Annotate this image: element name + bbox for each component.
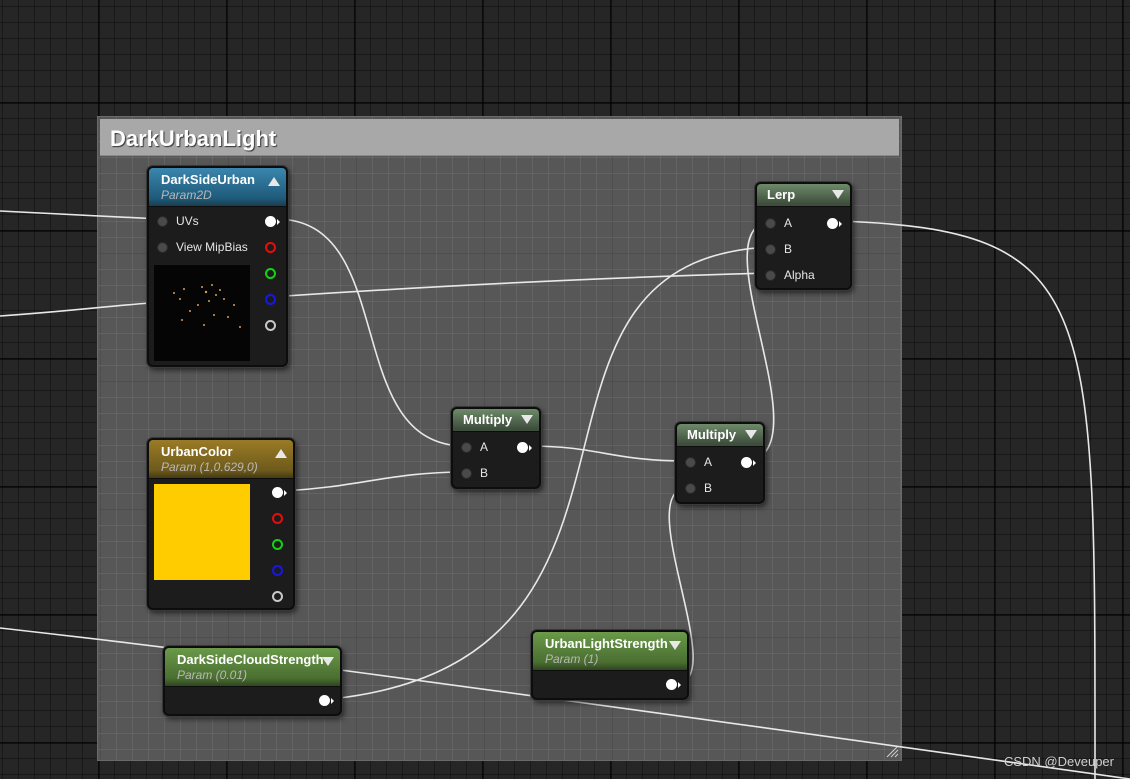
pin-g-output[interactable] [265,268,276,279]
node-title: DarkSideUrban [161,172,255,187]
pin-b-input[interactable] [685,483,696,494]
color-swatch [154,484,250,580]
pin-r-output[interactable] [272,513,283,524]
node-lerp[interactable]: Lerp A B Alpha [755,182,852,290]
pin-b-input[interactable] [765,244,776,255]
node-multiply-2[interactable]: Multiply A B [675,422,765,504]
pin-label-mipbias: View MipBias [176,240,248,254]
pin-b-output[interactable] [265,294,276,305]
pin-a-input[interactable] [461,442,472,453]
pin-b-input[interactable] [461,468,472,479]
pin-output[interactable] [741,457,752,468]
pin-rgb-output[interactable] [272,487,283,498]
pin-rgb-output[interactable] [265,216,276,227]
pin-b-output[interactable] [272,565,283,576]
wire-offscreen-to-uvs [0,210,161,220]
node-title: Multiply [687,427,737,442]
pin-a-output[interactable] [272,591,283,602]
collapse-arrow-icon[interactable] [745,430,757,439]
pin-output[interactable] [827,218,838,229]
wire-urbancolor-to-multiply1-b [282,471,466,492]
pin-label-a: A [480,440,489,454]
pin-arrow-icon [284,490,287,496]
watermark: CSDN @Deveuper [1003,754,1114,769]
wire-lerp-output [837,220,1096,779]
pin-label-b: B [480,466,489,480]
node-title: UrbanColor [161,444,233,459]
pin-label-b: B [704,481,713,495]
pin-label-uvs: UVs [176,214,199,228]
node-subtitle: Param (0.01) [177,668,248,682]
pin-arrow-icon [839,221,842,227]
node-header[interactable]: UrbanLightStrength Param (1) [533,632,687,671]
node-subtitle: Param2D [161,188,212,202]
pin-arrow-icon [277,219,280,225]
pin-view-mipbias[interactable] [157,242,168,253]
node-header[interactable]: DarkSideUrban Param2D [149,168,286,207]
node-title: Lerp [767,187,796,202]
collapse-arrow-icon[interactable] [669,641,681,650]
node-header[interactable]: Multiply [677,424,763,447]
pin-alpha-input[interactable] [765,270,776,281]
node-title: Multiply [463,412,513,427]
node-dark-side-urban[interactable]: DarkSideUrban Param2D UVs View MipBias [147,166,288,367]
pin-r-output[interactable] [265,242,276,253]
pin-output[interactable] [319,695,330,706]
pin-arrow-icon [529,445,532,451]
city-lights-preview [173,284,241,328]
node-header[interactable]: Lerp [757,184,850,207]
pin-label-a: A [704,455,713,469]
pin-g-output[interactable] [272,539,283,550]
wire-multiply1-to-multiply2-a [527,445,689,462]
pin-a-input[interactable] [765,218,776,229]
collapse-arrow-icon[interactable] [268,177,280,186]
node-subtitle: Param (1) [545,652,599,666]
node-header[interactable]: Multiply [453,409,539,432]
node-subtitle: Param (1,0.629,0) [161,460,258,474]
collapse-arrow-icon[interactable] [832,190,844,199]
node-dark-side-cloud-strength[interactable]: DarkSideCloudStrength Param (0.01) [163,646,342,716]
pin-label-alpha: Alpha [784,268,815,282]
collapse-arrow-icon[interactable] [322,657,334,666]
wire-texture-rgb-to-lerp-alpha [269,272,771,298]
texture-preview [154,265,250,361]
pin-label-b: B [784,242,793,256]
node-multiply-1[interactable]: Multiply A B [451,407,541,489]
node-title: DarkSideCloudStrength [177,652,324,667]
collapse-arrow-icon[interactable] [275,449,287,458]
wire-offscreen-to-texture [0,302,151,317]
wire-texture-to-multiply1-a [275,218,466,447]
pin-arrow-icon [678,682,681,688]
pin-uvs[interactable] [157,216,168,227]
pin-output[interactable] [666,679,677,690]
pin-a-output[interactable] [265,320,276,331]
node-header[interactable]: DarkSideCloudStrength Param (0.01) [165,648,340,687]
node-header[interactable]: UrbanColor Param (1,0.629,0) [149,440,293,479]
collapse-arrow-icon[interactable] [521,415,533,424]
pin-label-a: A [784,216,793,230]
pin-output[interactable] [517,442,528,453]
pin-arrow-icon [753,460,756,466]
node-title: UrbanLightStrength [545,636,668,651]
pin-a-input[interactable] [685,457,696,468]
node-urban-color[interactable]: UrbanColor Param (1,0.629,0) [147,438,295,610]
node-urban-light-strength[interactable]: UrbanLightStrength Param (1) [531,630,689,700]
pin-arrow-icon [331,698,334,704]
